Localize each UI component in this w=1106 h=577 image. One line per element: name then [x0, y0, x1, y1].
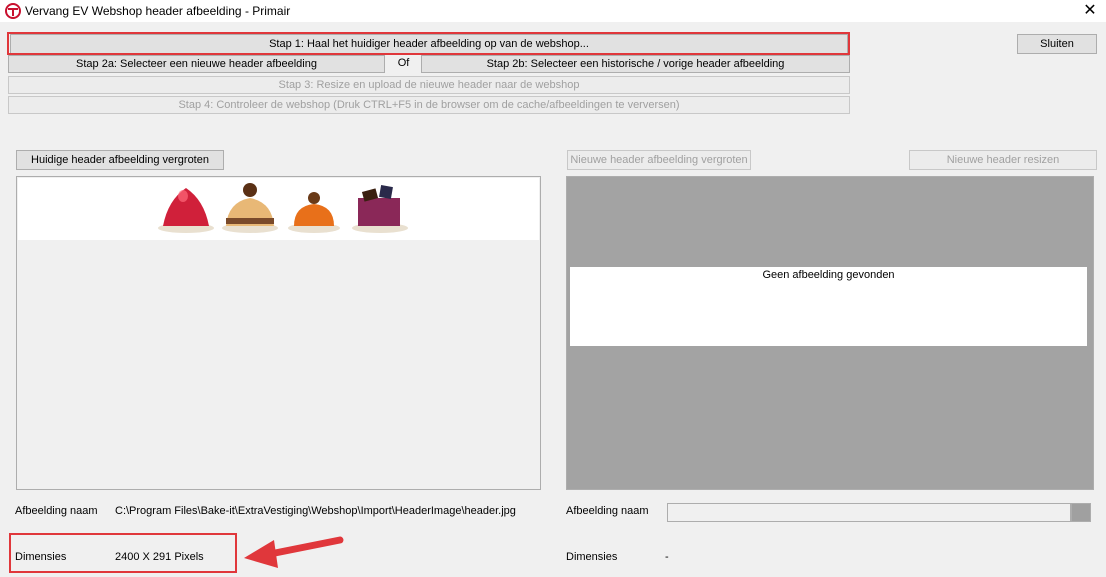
- current-image-name-value: C:\Program Files\Bake-it\ExtraVestiging\…: [115, 505, 516, 517]
- app-logo-icon: [5, 3, 21, 19]
- resize-new-header-button[interactable]: Nieuwe header resizen: [909, 150, 1097, 170]
- dimensions-highlight-box: [9, 533, 237, 573]
- enlarge-current-header-button[interactable]: Huidige header afbeelding vergroten: [16, 150, 224, 170]
- step3-resize-upload-button[interactable]: Stap 3: Resize en upload de nieuwe heade…: [8, 76, 850, 94]
- pastries-image: [18, 178, 539, 240]
- window-title: Vervang EV Webshop header afbeelding - P…: [25, 4, 291, 18]
- or-label: Of: [397, 57, 410, 69]
- new-dimensions-label: Dimensies: [566, 551, 618, 563]
- annotation-arrow-icon: [244, 536, 344, 568]
- step1-fetch-header-button[interactable]: Stap 1: Haal het huidiger header afbeeld…: [10, 34, 848, 54]
- enlarge-new-header-button[interactable]: Nieuwe header afbeelding vergroten: [567, 150, 751, 170]
- step4-check-webshop-button[interactable]: Stap 4: Controleer de webshop (Druk CTRL…: [8, 96, 850, 114]
- new-image-name-label: Afbeelding naam: [566, 505, 649, 517]
- no-image-message: Geen afbeelding gevonden: [762, 269, 895, 281]
- close-button[interactable]: Sluiten: [1017, 34, 1097, 54]
- current-image-name-label: Afbeelding naam: [15, 505, 98, 517]
- title-bar: Vervang EV Webshop header afbeelding - P…: [0, 0, 1106, 22]
- current-header-image: [18, 178, 539, 240]
- browse-new-image-button[interactable]: [1071, 503, 1091, 522]
- step2b-select-history-button[interactable]: Stap 2b: Selecteer een historische / vor…: [421, 55, 850, 73]
- step2a-select-new-button[interactable]: Stap 2a: Selecteer een nieuwe header afb…: [8, 55, 385, 73]
- new-dimensions-value: -: [665, 551, 669, 563]
- close-window-icon[interactable]: ✕: [1080, 1, 1100, 21]
- new-image-name-field[interactable]: [667, 503, 1071, 522]
